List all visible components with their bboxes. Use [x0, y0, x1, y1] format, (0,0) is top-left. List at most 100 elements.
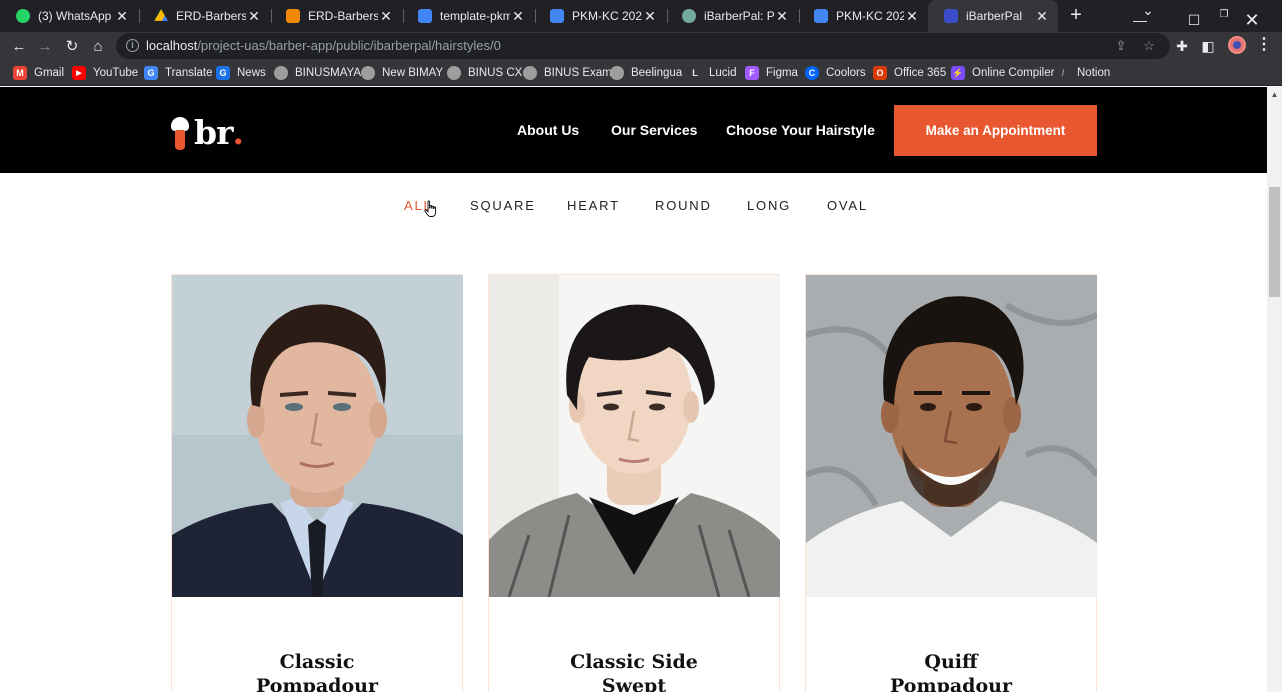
browser-tab-ibarberpal-chat[interactable]: iBarberPal: Pemili ✕: [666, 0, 798, 32]
hairstyle-card[interactable]: Quiff Pompadour: [805, 274, 1097, 692]
bookmarks-bar: M Gmail ▶ YouTube G Translate G News BINUSMA…: [0, 60, 1282, 86]
url-text[interactable]: localhost/project-uas/barber-app/public/…: [146, 38, 501, 53]
gmail-icon: M: [13, 66, 27, 80]
close-icon[interactable]: ✕: [114, 8, 130, 25]
browser-toolbar: ← → ↻ ⌂ i localhost/project-uas/barber-a…: [0, 32, 1282, 60]
share-icon[interactable]: ⇪: [1112, 37, 1130, 55]
bookmark-office-365[interactable]: O Office 365: [873, 65, 946, 81]
figma-icon: F: [745, 66, 759, 80]
hand-cursor-icon: [424, 200, 437, 217]
nav-our-services[interactable]: Our Services: [611, 122, 697, 138]
filter-round[interactable]: ROUND: [655, 198, 712, 213]
browser-tab-pkm-2023[interactable]: PKM-KC 2023 We ✕: [534, 0, 666, 32]
whatsapp-icon: [16, 9, 30, 23]
bookmark-youtube[interactable]: ▶ YouTube: [72, 65, 138, 81]
extensions-icon[interactable]: ✚: [1172, 36, 1192, 56]
bookmark-binus-exam[interactable]: BINUS Exam: [523, 65, 612, 81]
logo-dot: .: [232, 113, 244, 152]
tab-title: iBarberPal: [966, 9, 1023, 23]
bookmark-star-icon[interactable]: ☆: [1140, 37, 1158, 55]
close-icon[interactable]: ✕: [904, 8, 920, 25]
hairstyle-name: Classic Pompadour: [256, 651, 378, 692]
browser-tab-ibarberpal[interactable]: iBarberPal ✕: [928, 0, 1058, 32]
tab-title: ERD-Barbershop.d: [176, 9, 246, 23]
youtube-icon: ▶: [72, 66, 86, 80]
site-info-icon[interactable]: i: [126, 39, 139, 52]
bookmark-news[interactable]: G News: [216, 65, 266, 81]
bookmark-notion[interactable]: / Notion: [1056, 65, 1111, 81]
bookmark-new-bimay[interactable]: New BIMAY: [361, 65, 443, 81]
forward-icon[interactable]: →: [33, 34, 57, 58]
coolors-icon: C: [805, 66, 819, 80]
binus-icon: [523, 66, 537, 80]
bookmark-lucid[interactable]: L Lucid: [688, 65, 736, 81]
google-docs-icon: [814, 9, 828, 23]
notion-icon: /: [1061, 68, 1065, 78]
bookmark-figma[interactable]: F Figma: [745, 65, 798, 81]
hairstyle-card[interactable]: Classic Side Swept: [488, 274, 780, 692]
site-icon: [944, 9, 958, 23]
binus-icon: [447, 66, 461, 80]
close-icon[interactable]: ✕: [378, 8, 394, 25]
browser-tab-whatsapp[interactable]: (3) WhatsApp ✕: [0, 0, 138, 32]
nav-about-us[interactable]: About Us: [517, 122, 579, 138]
face-shape-filters: ALL SQUARE HEART ROUND LONG OVAL: [0, 198, 1267, 218]
hairstyle-photo: [172, 275, 463, 597]
bookmark-binus-cx[interactable]: BINUS CX: [447, 65, 522, 81]
barber-brush-icon: [170, 117, 190, 151]
close-icon[interactable]: ✕: [510, 8, 526, 25]
close-icon[interactable]: ✕: [246, 8, 262, 25]
site-logo[interactable]: br.: [170, 111, 244, 151]
chatgpt-icon: [682, 9, 696, 23]
drawio-icon: [286, 9, 300, 23]
bookmark-beelingua[interactable]: Beelingua: [610, 65, 682, 81]
google-docs-icon: [418, 9, 432, 23]
scroll-up-arrow-icon[interactable]: ▲: [1267, 87, 1282, 102]
browser-menu-icon[interactable]: ⋮: [1256, 36, 1272, 56]
page-scrollbar[interactable]: ▲: [1267, 87, 1282, 692]
filter-heart[interactable]: HEART: [567, 198, 620, 213]
tab-title: PKM-KC 2022 AI: [836, 9, 904, 23]
home-icon[interactable]: ⌂: [86, 34, 110, 58]
close-icon[interactable]: ✕: [774, 8, 790, 25]
filter-square[interactable]: SQUARE: [470, 198, 536, 213]
filter-oval[interactable]: OVAL: [827, 198, 868, 213]
browser-tab-pkm-2022[interactable]: PKM-KC 2022 AI ✕: [798, 0, 928, 32]
bookmark-gmail[interactable]: M Gmail: [13, 65, 64, 81]
hairstyle-photo: [806, 275, 1097, 597]
page-viewport: br. About Us Our Services Choose Your Ha…: [0, 87, 1267, 692]
side-panel-icon[interactable]: ◧: [1198, 36, 1218, 56]
hairstyle-card[interactable]: Classic Pompadour: [171, 274, 463, 692]
bookmark-translate[interactable]: G Translate: [144, 65, 213, 81]
make-appointment-button[interactable]: Make an Appointment: [894, 105, 1097, 156]
address-bar[interactable]: i localhost/project-uas/barber-app/publi…: [116, 33, 1170, 59]
compiler-icon: ⚡: [951, 66, 965, 80]
binus-icon: [361, 66, 375, 80]
tab-title: template-pkm-kc: [440, 9, 510, 23]
new-tab-button[interactable]: +: [1064, 4, 1088, 28]
profile-avatar[interactable]: [1228, 36, 1246, 54]
site-header: br. About Us Our Services Choose Your Ha…: [0, 87, 1267, 173]
google-docs-icon: [550, 9, 564, 23]
reload-icon[interactable]: ↻: [60, 34, 84, 58]
filter-long[interactable]: LONG: [747, 198, 791, 213]
bookmark-coolors[interactable]: C Coolors: [805, 65, 866, 81]
close-icon[interactable]: ✕: [1034, 8, 1050, 25]
browser-tab-template-pkm[interactable]: template-pkm-kc ✕: [402, 0, 534, 32]
bookmark-online-compiler[interactable]: ⚡ Online Compiler: [951, 65, 1054, 81]
back-icon[interactable]: ←: [7, 34, 31, 58]
close-icon[interactable]: ✕: [642, 8, 658, 25]
office-icon: O: [873, 66, 887, 80]
hairstyle-name: Classic Side Swept: [570, 651, 698, 692]
hairstyle-photo: [489, 275, 780, 597]
nav-choose-hairstyle[interactable]: Choose Your Hairstyle: [726, 122, 875, 138]
logo-text: br: [194, 113, 233, 152]
bookmark-binusmaya[interactable]: BINUSMAYA: [274, 65, 361, 81]
browser-tab-erd-2[interactable]: ERD-Barbershop.d ✕: [270, 0, 402, 32]
tab-title: iBarberPal: Pemili: [704, 9, 774, 23]
news-icon: G: [216, 66, 230, 80]
binus-icon: [274, 66, 288, 80]
browser-tab-erd-1[interactable]: ERD-Barbershop.d ✕: [138, 0, 270, 32]
tab-title: PKM-KC 2023 We: [572, 9, 642, 23]
scrollbar-thumb[interactable]: [1269, 187, 1280, 297]
